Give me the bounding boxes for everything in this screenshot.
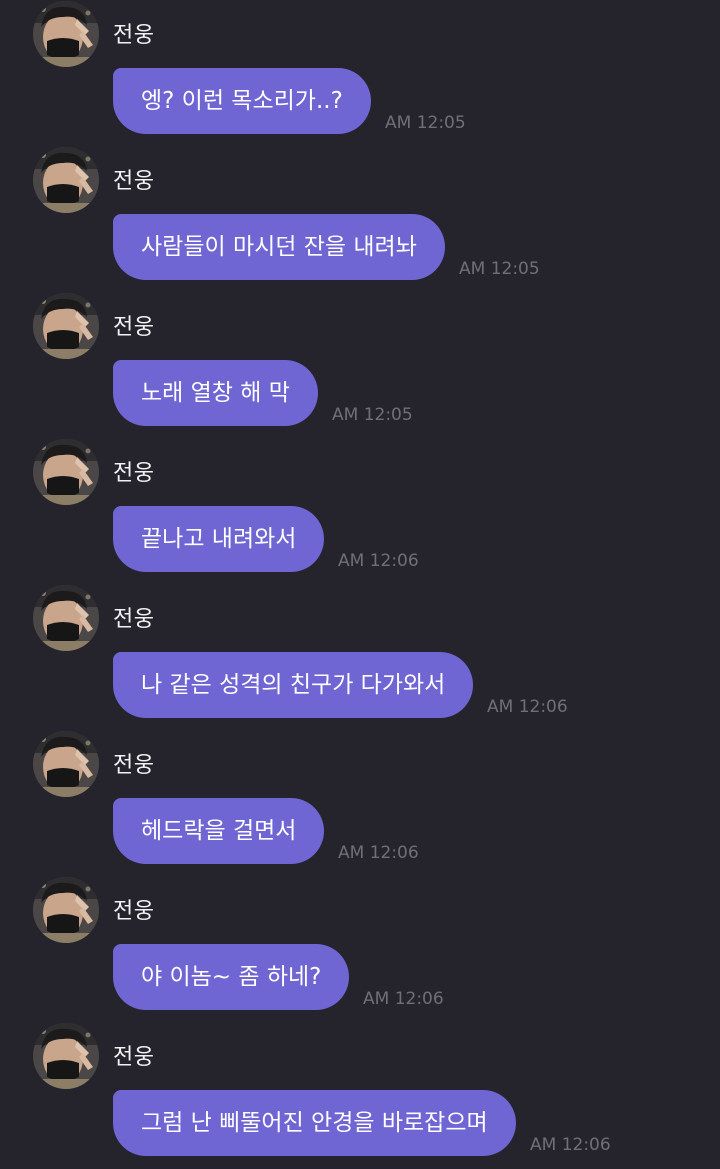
profile-photo-icon — [33, 147, 99, 213]
message-timestamp: AM 12:05 — [385, 113, 466, 133]
sender-name: 전웅 — [113, 899, 155, 924]
message-timestamp: AM 12:06 — [338, 551, 419, 571]
chat-message: 전웅 엥? 이런 목소리가..? AM 12:05 — [0, 1, 720, 147]
message-bubble[interactable]: 야 이놈~ 좀 하네? — [113, 944, 350, 1010]
message-bubble[interactable]: 나 같은 성격의 친구가 다가와서 — [113, 652, 474, 718]
sender-avatar[interactable] — [33, 439, 99, 505]
chat-message: 전웅 노래 열창 해 막 AM 12:05 — [0, 293, 720, 439]
sender-avatar[interactable] — [33, 585, 99, 651]
message-bubble[interactable]: 그럼 난 삐뚤어진 안경을 바로잡으며 — [113, 1090, 516, 1156]
chat-message: 전웅 그럼 난 삐뚤어진 안경을 바로잡으며 AM 12:06 — [0, 1023, 720, 1169]
message-timestamp: AM 12:05 — [332, 405, 413, 425]
sender-avatar[interactable] — [33, 1, 99, 67]
profile-photo-icon — [33, 585, 99, 651]
message-timestamp: AM 12:06 — [530, 1135, 611, 1155]
message-bubble[interactable]: 사람들이 마시던 잔을 내려놔 — [113, 214, 445, 280]
sender-name: 전웅 — [113, 23, 155, 48]
sender-avatar[interactable] — [33, 877, 99, 943]
chat-message: 전웅 사람들이 마시던 잔을 내려놔 AM 12:05 — [0, 147, 720, 293]
message-timestamp: AM 12:06 — [487, 697, 568, 717]
profile-photo-icon — [33, 1023, 99, 1089]
chat-message-list[interactable]: 전웅 엥? 이런 목소리가..? AM 12:05 전웅 사람들이 마시던 잔을… — [0, 0, 720, 1167]
profile-photo-icon — [33, 731, 99, 797]
sender-name: 전웅 — [113, 753, 155, 778]
message-timestamp: AM 12:06 — [338, 843, 419, 863]
message-bubble[interactable]: 헤드락을 걸면서 — [113, 798, 325, 864]
profile-photo-icon — [33, 439, 99, 505]
sender-avatar[interactable] — [33, 147, 99, 213]
message-timestamp: AM 12:05 — [459, 259, 540, 279]
profile-photo-icon — [33, 293, 99, 359]
message-timestamp: AM 12:06 — [363, 989, 444, 1009]
message-bubble[interactable]: 엥? 이런 목소리가..? — [113, 68, 371, 134]
sender-avatar[interactable] — [33, 731, 99, 797]
sender-name: 전웅 — [113, 461, 155, 486]
message-bubble[interactable]: 노래 열창 해 막 — [113, 360, 318, 426]
sender-avatar[interactable] — [33, 293, 99, 359]
chat-message: 전웅 야 이놈~ 좀 하네? AM 12:06 — [0, 877, 720, 1023]
chat-message: 전웅 나 같은 성격의 친구가 다가와서 AM 12:06 — [0, 585, 720, 731]
chat-message: 전웅 끝나고 내려와서 AM 12:06 — [0, 439, 720, 585]
sender-name: 전웅 — [113, 169, 155, 194]
profile-photo-icon — [33, 1, 99, 67]
message-bubble[interactable]: 끝나고 내려와서 — [113, 506, 325, 572]
sender-name: 전웅 — [113, 315, 155, 340]
chat-message: 전웅 헤드락을 걸면서 AM 12:06 — [0, 731, 720, 877]
sender-avatar[interactable] — [33, 1023, 99, 1089]
sender-name: 전웅 — [113, 607, 155, 632]
sender-name: 전웅 — [113, 1045, 155, 1070]
profile-photo-icon — [33, 877, 99, 943]
